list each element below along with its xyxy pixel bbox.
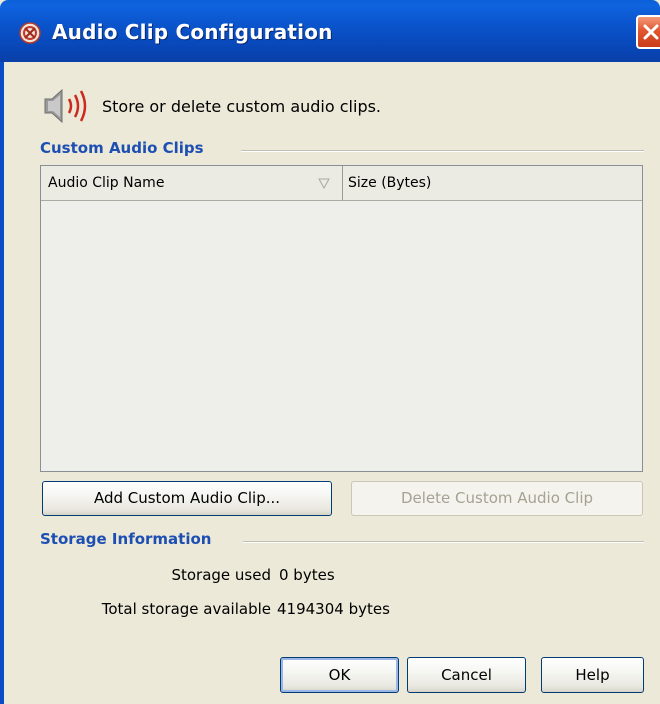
column-header-size-bytes[interactable]: Size (Bytes)	[343, 166, 642, 200]
group-divider	[241, 150, 644, 152]
title-bar[interactable]: Audio Clip Configuration	[0, 0, 660, 62]
storage-information-heading: Storage Information	[40, 530, 212, 548]
audio-clip-configuration-dialog: Audio Clip Configuration Store or delete…	[0, 0, 660, 704]
total-storage-value: 4194304 bytes	[277, 600, 390, 618]
column-header-audio-clip-name[interactable]: Audio Clip Name	[41, 166, 343, 200]
app-icon	[19, 22, 41, 44]
speaker-icon	[44, 88, 87, 124]
close-icon	[643, 24, 659, 40]
custom-audio-clips-heading: Custom Audio Clips	[40, 139, 204, 157]
audio-clips-table[interactable]: Audio Clip Name Size (Bytes)	[40, 165, 643, 472]
delete-custom-audio-clip-button[interactable]: Delete Custom Audio Clip	[351, 481, 643, 516]
group-divider	[243, 541, 644, 543]
column-header-label: Size (Bytes)	[348, 175, 432, 191]
table-header: Audio Clip Name Size (Bytes)	[41, 166, 642, 201]
sort-descending-icon	[318, 178, 330, 189]
ok-button[interactable]: OK	[280, 657, 399, 693]
column-header-label: Audio Clip Name	[48, 175, 165, 191]
window-title: Audio Clip Configuration	[52, 20, 333, 44]
storage-used-label: Storage used	[171, 566, 271, 584]
header-description: Store or delete custom audio clips.	[102, 97, 382, 116]
cancel-button[interactable]: Cancel	[407, 657, 526, 693]
add-custom-audio-clip-button[interactable]: Add Custom Audio Clip...	[42, 481, 332, 516]
table-body[interactable]	[41, 201, 642, 471]
storage-used-value: 0 bytes	[279, 566, 335, 584]
window-frame	[0, 62, 4, 704]
total-storage-label: Total storage available	[101, 600, 271, 618]
help-button[interactable]: Help	[541, 657, 644, 693]
close-button[interactable]	[636, 15, 660, 49]
